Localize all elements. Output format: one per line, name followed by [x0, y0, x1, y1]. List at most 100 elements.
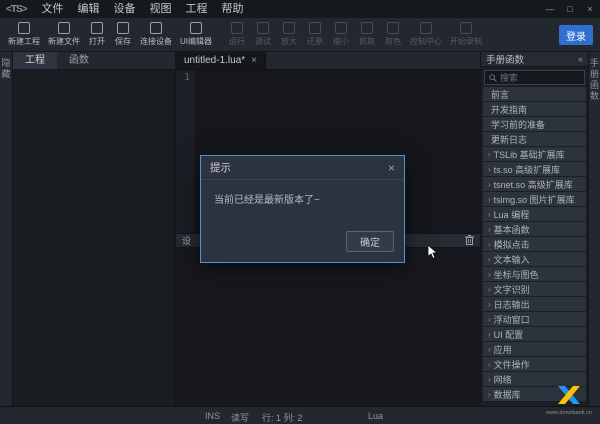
manual-item-tsimg-so[interactable]: ›tsimg.so 图片扩展库: [483, 192, 586, 206]
update-dialog: 提示 × 当前已经是最新版本了~ 确定: [200, 155, 405, 263]
output-panel-body: [176, 248, 480, 422]
capture-button: 抓取: [354, 20, 380, 49]
editor-tab-bar: untitled-1.lua* ×: [176, 52, 480, 70]
dialog-close-icon[interactable]: ×: [388, 162, 395, 174]
zoom-reset-button: 还原: [302, 20, 328, 49]
manual-item-changelog[interactable]: 更新日志: [483, 132, 586, 146]
record-icon: [460, 22, 472, 34]
watermark-text: www.downbank.cn: [541, 410, 597, 416]
status-readwrite: 读写: [231, 411, 249, 424]
collapse-panel-icon[interactable]: «: [578, 54, 583, 64]
manual-item-dev-guide[interactable]: 开发指南: [483, 102, 586, 116]
manual-item-log-output[interactable]: ›日志输出: [483, 297, 586, 311]
open-button[interactable]: 打开: [84, 20, 110, 49]
app-logo: <TS>: [0, 4, 34, 15]
menu-view[interactable]: 视图: [142, 0, 178, 18]
manual-side-tab[interactable]: 手册函数: [588, 52, 600, 406]
ok-button[interactable]: 确定: [346, 231, 394, 252]
record-button: 开始录制: [446, 20, 486, 49]
right-side-strip: 手册函数: [588, 52, 600, 406]
color-picker-icon: [387, 22, 399, 34]
connect-device-icon: [150, 22, 162, 34]
manual-item-simulate-tap[interactable]: ›模拟点击: [483, 237, 586, 251]
manual-item-preparation[interactable]: 学习前的准备: [483, 117, 586, 131]
manual-item-list: 前言 开发指南 学习前的准备 更新日志 ›TSLib 基础扩展库 ›ts.so …: [481, 87, 588, 406]
manual-panel-title: 手册函数: [486, 52, 524, 66]
trash-icon: [465, 235, 474, 245]
control-center-icon: [420, 22, 432, 34]
zoom-out-icon: [335, 22, 347, 34]
save-button[interactable]: 保存: [110, 20, 136, 49]
status-language: Lua: [368, 411, 383, 421]
dialog-message: 当前已经是最新版本了~: [201, 180, 404, 231]
ui-editor-button[interactable]: UI编辑器: [176, 20, 216, 49]
search-icon: [489, 74, 497, 82]
dialog-title: 提示: [210, 160, 231, 175]
debug-button: 调试: [250, 20, 276, 49]
debug-icon: [257, 22, 269, 34]
menubar: <TS> 文件 编辑 设备 视图 工程 帮助 — □ ×: [0, 0, 600, 18]
menu-project[interactable]: 工程: [178, 0, 214, 18]
tab-close-icon[interactable]: ×: [251, 55, 257, 66]
tab-project[interactable]: 工程: [13, 52, 57, 69]
connect-device-button[interactable]: 连接设备: [136, 20, 176, 49]
open-icon: [91, 22, 103, 34]
capture-icon: [361, 22, 373, 34]
control-center-button: 控制中心: [406, 20, 446, 49]
app-window: <TS> 文件 编辑 设备 视图 工程 帮助 — □ × 新建工程 新建文件 打…: [0, 0, 600, 424]
window-controls: — □ ×: [540, 0, 600, 18]
close-button[interactable]: ×: [580, 0, 600, 18]
manual-item-ocr[interactable]: ›文字识别: [483, 282, 586, 296]
manual-item-app[interactable]: ›应用: [483, 342, 586, 356]
search-input[interactable]: [500, 73, 580, 83]
minimize-button[interactable]: —: [540, 0, 560, 18]
run-button: 运行: [224, 20, 250, 49]
manual-item-network[interactable]: ›网络: [483, 372, 586, 386]
project-tree[interactable]: [13, 70, 175, 406]
dialog-titlebar: 提示 ×: [201, 156, 404, 180]
mouse-cursor: [428, 245, 439, 264]
manual-item-lua[interactable]: ›Lua 编程: [483, 207, 586, 221]
new-file-button[interactable]: 新建文件: [44, 20, 84, 49]
menu-edit[interactable]: 编辑: [70, 0, 106, 18]
zoom-reset-icon: [309, 22, 321, 34]
menu-help[interactable]: 帮助: [214, 0, 250, 18]
manual-item-ui-config[interactable]: ›UI 配置: [483, 327, 586, 341]
manual-item-basic-functions[interactable]: ›基本函数: [483, 222, 586, 236]
new-project-button[interactable]: 新建工程: [4, 20, 44, 49]
menu-device[interactable]: 设备: [106, 0, 142, 18]
manual-item-coords-color[interactable]: ›坐标与图色: [483, 267, 586, 281]
project-panel-tabs: 工程 函数: [13, 52, 175, 70]
manual-item-floating-window[interactable]: ›浮动窗口: [483, 312, 586, 326]
left-hide-strip: 隐藏: [0, 52, 13, 406]
manual-item-ts-so[interactable]: ›ts.so 高级扩展库: [483, 162, 586, 176]
zoom-out-button: 缩小: [328, 20, 354, 49]
project-panel: 工程 函数: [13, 52, 175, 406]
color-picker-button: 取色: [380, 20, 406, 49]
login-button[interactable]: 登录: [559, 25, 593, 45]
manual-item-tsnet-so[interactable]: ›tsnet.so 高级扩展库: [483, 177, 586, 191]
output-panel-title: 设: [182, 234, 191, 247]
zoom-in-button: 放大: [276, 20, 302, 49]
new-project-icon: [18, 22, 30, 34]
manual-search-box[interactable]: [484, 70, 585, 85]
manual-item-file-ops[interactable]: ›文件操作: [483, 357, 586, 371]
ui-editor-icon: [190, 22, 202, 34]
downbank-logo-icon: [557, 386, 581, 404]
run-icon: [231, 22, 243, 34]
zoom-in-icon: [283, 22, 295, 34]
editor-tab-untitled[interactable]: untitled-1.lua* ×: [176, 52, 266, 69]
manual-item-preface[interactable]: 前言: [483, 87, 586, 101]
dialog-footer: 确定: [201, 231, 404, 262]
new-file-icon: [58, 22, 70, 34]
clear-output-button[interactable]: [465, 235, 474, 247]
statusbar: INS 读写 行: 1 列: 2 Lua: [0, 406, 600, 424]
hide-panel-tab[interactable]: 隐藏: [0, 52, 13, 406]
tab-functions[interactable]: 函数: [57, 52, 101, 69]
menu-file[interactable]: 文件: [34, 0, 70, 18]
manual-item-text-input[interactable]: ›文本输入: [483, 252, 586, 266]
manual-panel-header: 手册函数 «: [481, 52, 588, 67]
manual-item-tslib[interactable]: ›TSLib 基础扩展库: [483, 147, 586, 161]
maximize-button[interactable]: □: [560, 0, 580, 18]
line-number-gutter: 1: [176, 70, 196, 233]
